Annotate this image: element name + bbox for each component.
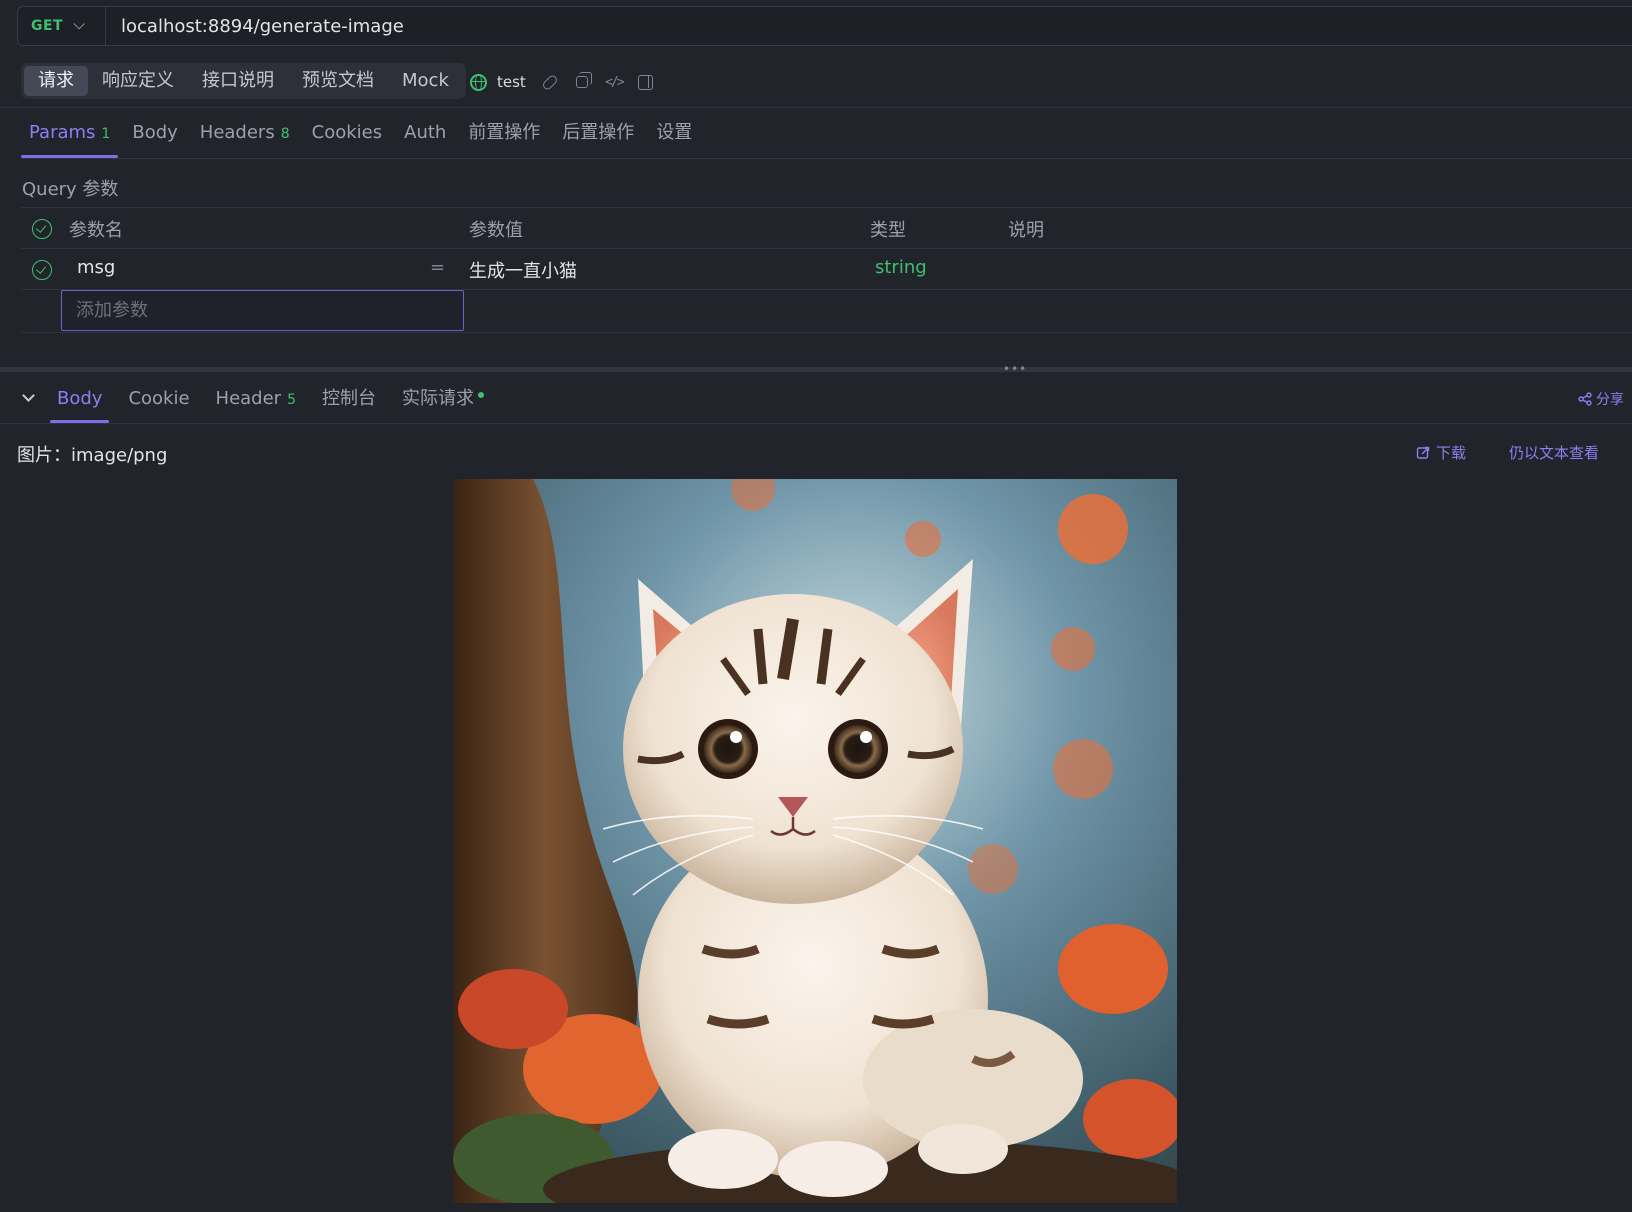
kitten-image bbox=[453, 479, 1177, 1203]
divider bbox=[0, 107, 1632, 108]
tab-response-definition[interactable]: 响应定义 bbox=[88, 66, 188, 96]
status-dot bbox=[478, 392, 485, 398]
param-type[interactable]: string bbox=[875, 257, 927, 278]
table-border bbox=[21, 248, 1632, 249]
add-param-input[interactable]: 添加参数 bbox=[61, 290, 464, 331]
share-button[interactable]: 分享 bbox=[1578, 389, 1624, 409]
tab-mock[interactable]: Mock bbox=[388, 66, 463, 96]
share-icon bbox=[1578, 392, 1592, 406]
tab-response-header[interactable]: Header 5 bbox=[209, 380, 303, 423]
param-name[interactable]: msg bbox=[77, 257, 115, 278]
tab-params[interactable]: Params 1 bbox=[21, 116, 119, 158]
tab-response-cookie[interactable]: Cookie bbox=[121, 380, 196, 423]
tab-post-processors[interactable]: 后置操作 bbox=[554, 116, 642, 158]
response-tabs: Body Cookie Header 5 控制台 实际请求 bbox=[50, 380, 503, 423]
globe-icon[interactable] bbox=[470, 73, 487, 91]
tab-console[interactable]: 控制台 bbox=[315, 380, 383, 423]
column-header-type: 类型 bbox=[870, 220, 906, 241]
param-tabs: Params 1 Body Headers 8 Cookies Auth 前置操作 … bbox=[21, 116, 706, 158]
tab-pre-processors[interactable]: 前置操作 bbox=[460, 116, 548, 158]
column-header-value: 参数值 bbox=[469, 220, 523, 241]
method-select[interactable]: GET bbox=[18, 7, 106, 45]
code-icon[interactable]: </> bbox=[605, 74, 624, 90]
download-button[interactable]: 下载 bbox=[1416, 442, 1466, 463]
share-label: 分享 bbox=[1596, 392, 1624, 408]
copy-icon[interactable] bbox=[574, 72, 592, 90]
equals-sign: = bbox=[430, 257, 446, 278]
drag-handle-icon[interactable]: ••• bbox=[1003, 362, 1027, 376]
tab-api-description[interactable]: 接口说明 bbox=[188, 66, 288, 96]
link-icon[interactable] bbox=[540, 73, 559, 91]
tab-headers[interactable]: Headers 8 bbox=[192, 116, 298, 158]
divider bbox=[0, 423, 1632, 424]
content-type-label: 图片：image/png bbox=[17, 445, 168, 466]
tab-request[interactable]: 请求 bbox=[24, 66, 88, 96]
check-circle-icon[interactable] bbox=[32, 260, 52, 280]
tab-response-body[interactable]: Body bbox=[50, 380, 110, 423]
method-label: GET bbox=[31, 18, 64, 34]
divider bbox=[21, 158, 1632, 159]
url-input[interactable]: localhost:8894/generate-image bbox=[106, 16, 404, 37]
tab-actual-request[interactable]: 实际请求 bbox=[395, 380, 491, 423]
tab-cookies[interactable]: Cookies bbox=[304, 116, 390, 158]
collapse-chevron-icon[interactable] bbox=[22, 389, 35, 402]
environment-label[interactable]: test bbox=[497, 73, 526, 91]
tab-body[interactable]: Body bbox=[124, 116, 185, 158]
download-label: 下载 bbox=[1436, 444, 1467, 462]
panel-splitter[interactable] bbox=[0, 367, 1632, 372]
download-icon bbox=[1416, 446, 1430, 459]
table-border bbox=[21, 332, 1632, 333]
query-params-title: Query 参数 bbox=[22, 179, 119, 200]
column-header-description: 说明 bbox=[1008, 220, 1044, 241]
tab-auth[interactable]: Auth bbox=[396, 116, 454, 158]
param-value[interactable]: 生成一直小猫 bbox=[469, 257, 577, 283]
chevron-down-icon bbox=[73, 18, 85, 30]
column-header-name: 参数名 bbox=[69, 220, 123, 241]
tab-settings[interactable]: 设置 bbox=[648, 116, 700, 158]
check-circle-icon[interactable] bbox=[32, 219, 52, 239]
response-image bbox=[453, 479, 1177, 1203]
table-border bbox=[21, 207, 1632, 208]
panel-icon[interactable] bbox=[638, 74, 654, 90]
request-top-tabs: 请求 响应定义 接口说明 预览文档 Mock bbox=[21, 63, 466, 99]
tab-preview-docs[interactable]: 预览文档 bbox=[288, 66, 388, 96]
view-as-text-button[interactable]: 仍以文本查看 bbox=[1509, 442, 1599, 463]
url-bar: GET localhost:8894/generate-image bbox=[17, 6, 1632, 46]
toolbar-icons: test </> bbox=[470, 70, 654, 94]
